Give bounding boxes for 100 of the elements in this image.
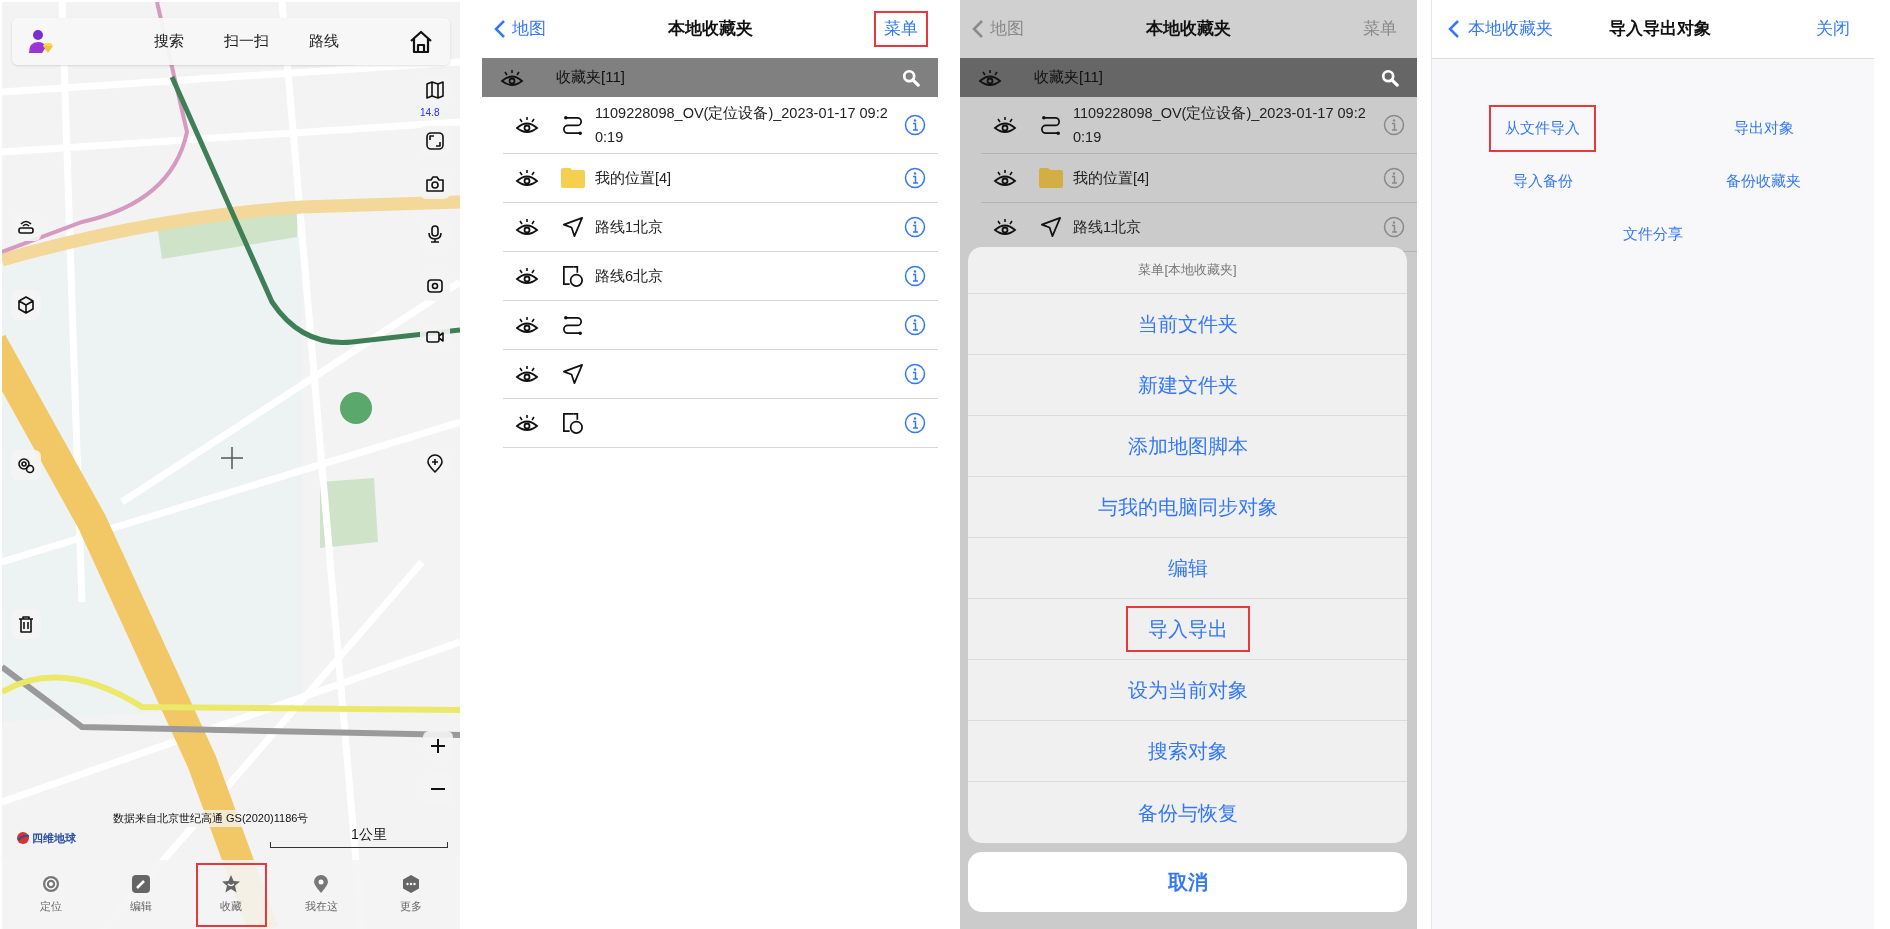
chevron-left-icon xyxy=(1448,19,1460,39)
microphone-icon xyxy=(425,224,445,244)
eye-icon[interactable] xyxy=(515,114,539,136)
navigation-arrow-icon xyxy=(1039,215,1063,239)
map-icon xyxy=(425,80,445,100)
option-link[interactable]: 文件分享 xyxy=(1607,211,1699,258)
info-icon[interactable] xyxy=(904,114,926,136)
chevron-left-icon xyxy=(494,19,506,39)
eye-icon[interactable] xyxy=(515,265,539,287)
delete-button[interactable] xyxy=(11,609,41,639)
close-button[interactable]: 关闭 xyxy=(1816,16,1850,42)
cube-button[interactable] xyxy=(11,290,41,320)
folder-icon xyxy=(1038,167,1064,189)
star-icon xyxy=(221,874,241,895)
eye-icon[interactable] xyxy=(515,412,539,434)
info-icon[interactable] xyxy=(904,167,926,189)
user-icon[interactable] xyxy=(28,28,54,55)
menu-item[interactable]: 编辑 xyxy=(1145,545,1230,591)
settings-icon xyxy=(16,455,36,475)
list-row[interactable]: 1109228098_OV(定位设备)_2023-01-17 09:20:19 xyxy=(981,97,1417,154)
eye-icon[interactable] xyxy=(993,167,1017,189)
settings-button[interactable] xyxy=(11,450,41,480)
cancel-button[interactable]: 取消 xyxy=(968,852,1407,912)
menu-item[interactable]: 设为当前对象 xyxy=(1105,667,1270,713)
row-label: 我的位置[4] xyxy=(1073,170,1150,186)
menu-item[interactable]: 搜索对象 xyxy=(1125,728,1250,774)
tab-button[interactable]: 编辑 xyxy=(105,862,177,927)
option-link[interactable]: 从文件导入 xyxy=(1489,105,1596,152)
info-icon[interactable] xyxy=(904,216,926,238)
menu-item[interactable]: 导入导出 xyxy=(1125,606,1250,652)
option-link[interactable]: 备份收藏夹 xyxy=(1710,158,1817,205)
menu-button[interactable]: 菜单 xyxy=(1353,11,1407,47)
toolbar-link[interactable]: 路线 xyxy=(309,30,339,53)
more-icon xyxy=(401,874,421,895)
toolbar-link[interactable]: 搜索 xyxy=(154,30,184,53)
toolbar-link[interactable]: 扫一扫 xyxy=(224,30,269,53)
minus-icon xyxy=(431,788,445,790)
back-link[interactable]: 地图 xyxy=(494,16,546,42)
plus-icon xyxy=(428,736,448,756)
info-icon[interactable] xyxy=(904,314,926,336)
folder-title: 收藏夹[11] xyxy=(1034,67,1103,88)
home-icon[interactable] xyxy=(408,28,434,55)
menu-item[interactable]: 当前文件夹 xyxy=(1115,301,1260,347)
camera-icon xyxy=(425,174,445,194)
scale-label: 1公里 xyxy=(350,826,387,842)
info-icon[interactable] xyxy=(904,412,926,434)
menu-item[interactable]: 与我的电脑同步对象 xyxy=(1075,484,1300,530)
eye-icon[interactable] xyxy=(993,216,1017,238)
option-link[interactable]: 导入备份 xyxy=(1496,158,1589,205)
sheet-title: 菜单[本地收藏夹] xyxy=(968,247,1407,294)
row-label: 1109228098_OV(定位设备)_2023-01-17 09:20:19 xyxy=(1073,105,1366,145)
globe-logo-icon xyxy=(16,831,30,846)
logo-text: 四维地球 xyxy=(32,831,76,846)
menu-item[interactable]: 备份与恢复 xyxy=(1115,789,1260,836)
back-link[interactable]: 本地收藏夹 xyxy=(1448,16,1553,42)
list-row[interactable]: 路线6北京 xyxy=(503,252,938,301)
option-link[interactable]: 导出对象 xyxy=(1717,105,1810,152)
list-row[interactable]: 我的位置[4] xyxy=(503,154,938,203)
row-label: 1109228098_OV(定位设备)_2023-01-17 09:20:19 xyxy=(595,105,888,145)
eye-icon[interactable] xyxy=(515,216,539,238)
tab-button[interactable]: 定位 xyxy=(15,862,87,927)
screen-title: 导入导出对象 xyxy=(1609,18,1711,41)
folder-title: 收藏夹[11] xyxy=(556,67,625,88)
expand-icon xyxy=(425,131,445,151)
back-link[interactable]: 地图 xyxy=(972,16,1024,42)
navigation-arrow-icon xyxy=(561,215,585,239)
camera-switch-icon xyxy=(425,276,445,296)
route-icon xyxy=(561,113,585,137)
trash-icon xyxy=(16,614,36,634)
tab-button[interactable]: 更多 xyxy=(375,862,447,927)
tab-button[interactable]: 收藏 xyxy=(195,862,267,927)
pin-plus-icon xyxy=(425,454,445,474)
info-icon[interactable] xyxy=(904,363,926,385)
row-label: 我的位置[4] xyxy=(595,170,672,186)
route-icon xyxy=(561,313,585,337)
tab-button[interactable]: 我在这 xyxy=(285,862,357,927)
route-icon xyxy=(1039,113,1063,137)
info-icon[interactable] xyxy=(904,265,926,287)
row-label: 路线1北京 xyxy=(595,219,664,235)
screen-title: 本地收藏夹 xyxy=(1146,18,1231,41)
list-row[interactable]: 路线1北京 xyxy=(503,203,938,252)
screen-title: 本地收藏夹 xyxy=(667,18,753,41)
row-label: 路线1北京 xyxy=(1073,219,1142,235)
menu-button[interactable]: 菜单 xyxy=(874,11,928,47)
menu-item[interactable]: 添加地图脚本 xyxy=(1105,423,1270,469)
eye-icon[interactable] xyxy=(993,114,1017,136)
zoom-level: 14.8 xyxy=(420,106,440,120)
eye-icon[interactable] xyxy=(515,314,539,336)
search-icon[interactable] xyxy=(902,68,920,87)
crosshair-icon xyxy=(221,447,243,469)
search-icon[interactable] xyxy=(1381,68,1399,87)
list-row[interactable]: 我的位置[4] xyxy=(981,154,1417,203)
target-icon xyxy=(41,874,61,895)
navigation-arrow-icon xyxy=(561,362,585,386)
list-row[interactable]: 1109228098_OV(定位设备)_2023-01-17 09:20:19 xyxy=(503,97,938,154)
eye-icon[interactable] xyxy=(515,363,539,385)
cube-icon xyxy=(16,295,36,315)
row-label: 路线6北京 xyxy=(595,268,664,284)
menu-item[interactable]: 新建文件夹 xyxy=(1115,362,1260,408)
eye-icon[interactable] xyxy=(515,167,539,189)
